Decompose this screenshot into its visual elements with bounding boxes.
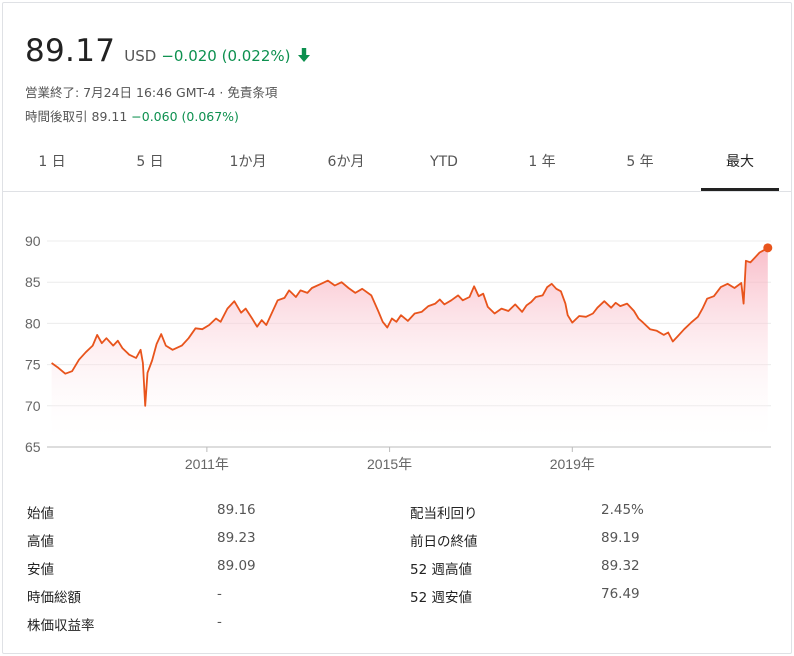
y-tick-label: 80 xyxy=(25,315,41,331)
currency: USD xyxy=(124,47,157,65)
stat-value-high: 89.23 xyxy=(217,530,256,546)
y-tick-label: 65 xyxy=(25,439,41,455)
tab-ytd[interactable]: YTD xyxy=(395,141,493,191)
stat-label-open: 始値 xyxy=(27,506,54,522)
y-tick-label: 90 xyxy=(25,233,41,249)
tab-6-month[interactable]: 6か月 xyxy=(297,141,395,191)
price-row: 89.17 USD −0.020 (0.022%) xyxy=(25,33,311,69)
stat-value-52w-low: 76.49 xyxy=(601,586,640,602)
x-tick-label: 2015年 xyxy=(367,456,412,472)
after-hours-label: 時間後取引 xyxy=(25,109,88,124)
tab-5-year[interactable]: 5 年 xyxy=(591,141,689,191)
stat-label-prev-close: 前日の終値 xyxy=(410,534,478,550)
y-tick-label: 85 xyxy=(25,274,41,290)
tab-1-year[interactable]: 1 年 xyxy=(493,141,591,191)
stat-value-low: 89.09 xyxy=(217,558,256,574)
stat-value-market-cap: - xyxy=(217,586,222,602)
stat-label-market-cap: 時価総額 xyxy=(27,590,81,606)
stat-value-dividend-yield: 2.45% xyxy=(601,502,644,518)
stat-label-pe-ratio: 株価収益率 xyxy=(27,618,95,634)
stat-value-pe-ratio: - xyxy=(217,614,222,630)
after-hours: 時間後取引 89.11 −0.060 (0.067%) xyxy=(25,106,239,125)
after-hours-change: −0.060 (0.067%) xyxy=(131,109,239,124)
current-price: 89.17 xyxy=(25,33,116,69)
stat-label-dividend-yield: 配当利回り xyxy=(410,506,478,522)
tab-1-month[interactable]: 1か月 xyxy=(199,141,297,191)
range-tabs: 1 日 5 日 1か月 6か月 YTD 1 年 5 年 最大 xyxy=(3,141,791,192)
tab-1-day[interactable]: 1 日 xyxy=(3,141,101,191)
arrow-down-icon xyxy=(297,47,311,63)
stat-label-52w-high: 52 週高値 xyxy=(410,562,472,578)
x-tick-label: 2011年 xyxy=(185,456,229,472)
price-change: −0.020 (0.022%) xyxy=(161,47,291,65)
price-chart[interactable]: 90 85 80 75 70 65 2011年 2015年 2019年 xyxy=(3,218,791,478)
market-status: 営業終了: 7月24日 16:46 GMT-4 · 免責条項 xyxy=(25,85,278,100)
price-area-fill xyxy=(51,247,768,447)
y-tick-label: 75 xyxy=(25,357,41,373)
tab-5-day[interactable]: 5 日 xyxy=(101,141,199,191)
tab-max[interactable]: 最大 xyxy=(691,141,789,191)
after-hours-price: 89.11 xyxy=(91,109,128,124)
stat-value-52w-high: 89.32 xyxy=(601,558,640,574)
stat-label-low: 安値 xyxy=(27,562,54,578)
stat-label-52w-low: 52 週安値 xyxy=(410,590,472,606)
stat-label-high: 高値 xyxy=(27,534,54,550)
stock-card: 89.17 USD −0.020 (0.022%) 営業終了: 7月24日 16… xyxy=(2,2,792,654)
stat-value-open: 89.16 xyxy=(217,502,256,518)
x-tick-label: 2019年 xyxy=(550,456,595,472)
y-tick-label: 70 xyxy=(25,398,41,414)
stat-value-prev-close: 89.19 xyxy=(601,530,640,546)
current-price-marker xyxy=(763,243,773,253)
